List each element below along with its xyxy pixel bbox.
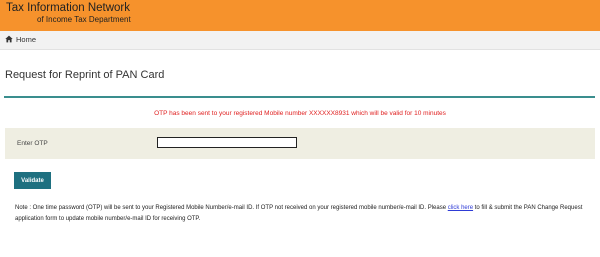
validate-button[interactable]: Validate	[14, 172, 51, 189]
otp-sent-message: OTP has been sent to your registered Mob…	[154, 110, 446, 117]
otp-note: Note : One time password (OTP) will be s…	[15, 203, 600, 224]
click-here-link[interactable]: click here	[448, 205, 473, 211]
note-text-start: Note : One time password (OTP) will be s…	[15, 205, 448, 211]
otp-form-panel: Enter OTP	[5, 128, 595, 159]
otp-input[interactable]	[157, 137, 297, 148]
home-link[interactable]: Home	[16, 34, 36, 45]
site-header: Tax Information Network of Income Tax De…	[0, 0, 600, 31]
title-divider	[4, 96, 595, 98]
site-subtitle: of Income Tax Department	[37, 15, 131, 24]
breadcrumb: Home	[0, 31, 600, 50]
site-title: Tax Information Network	[6, 2, 130, 14]
otp-label: Enter OTP	[17, 140, 48, 147]
page-title: Request for Reprint of PAN Card	[5, 69, 165, 81]
home-icon[interactable]	[5, 35, 13, 43]
